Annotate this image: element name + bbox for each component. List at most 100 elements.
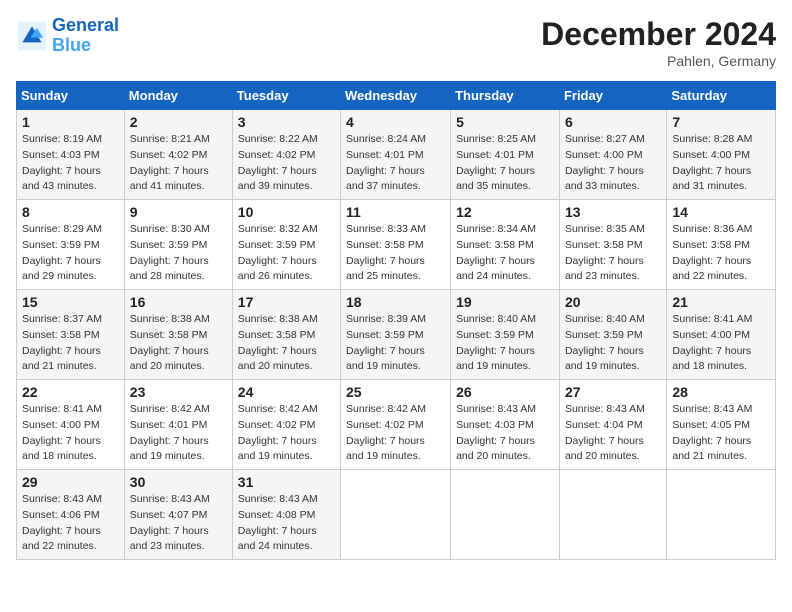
day-of-week-header: Sunday (17, 82, 125, 110)
location: Pahlen, Germany (541, 53, 776, 69)
day-number: 5 (456, 114, 554, 130)
calendar-cell: 23 Sunrise: 8:42 AMSunset: 4:01 PMDaylig… (124, 380, 232, 470)
day-info: Sunrise: 8:40 AMSunset: 3:59 PMDaylight:… (456, 313, 536, 372)
page-header: General Blue December 2024 Pahlen, Germa… (16, 16, 776, 69)
logo: General Blue (16, 16, 119, 56)
logo-text: General Blue (52, 16, 119, 56)
day-of-week-header: Wednesday (341, 82, 451, 110)
calendar-cell: 12 Sunrise: 8:34 AMSunset: 3:58 PMDaylig… (451, 200, 560, 290)
day-number: 3 (238, 114, 335, 130)
day-number: 14 (672, 204, 770, 220)
day-of-week-header: Friday (559, 82, 666, 110)
logo-line2: Blue (52, 35, 91, 55)
calendar-cell: 17 Sunrise: 8:38 AMSunset: 3:58 PMDaylig… (232, 290, 340, 380)
calendar-cell: 15 Sunrise: 8:37 AMSunset: 3:58 PMDaylig… (17, 290, 125, 380)
day-info: Sunrise: 8:43 AMSunset: 4:05 PMDaylight:… (672, 403, 752, 462)
calendar-week-row: 29 Sunrise: 8:43 AMSunset: 4:06 PMDaylig… (17, 470, 776, 560)
calendar-cell: 21 Sunrise: 8:41 AMSunset: 4:00 PMDaylig… (667, 290, 776, 380)
calendar-cell: 18 Sunrise: 8:39 AMSunset: 3:59 PMDaylig… (341, 290, 451, 380)
day-info: Sunrise: 8:42 AMSunset: 4:02 PMDaylight:… (346, 403, 426, 462)
calendar-header-row: SundayMondayTuesdayWednesdayThursdayFrid… (17, 82, 776, 110)
calendar-body: 1 Sunrise: 8:19 AMSunset: 4:03 PMDayligh… (17, 110, 776, 560)
calendar-cell: 7 Sunrise: 8:28 AMSunset: 4:00 PMDayligh… (667, 110, 776, 200)
day-info: Sunrise: 8:33 AMSunset: 3:58 PMDaylight:… (346, 223, 426, 282)
calendar-week-row: 8 Sunrise: 8:29 AMSunset: 3:59 PMDayligh… (17, 200, 776, 290)
day-number: 8 (22, 204, 119, 220)
day-number: 29 (22, 474, 119, 490)
calendar-table: SundayMondayTuesdayWednesdayThursdayFrid… (16, 81, 776, 560)
calendar-cell: 20 Sunrise: 8:40 AMSunset: 3:59 PMDaylig… (559, 290, 666, 380)
day-info: Sunrise: 8:35 AMSunset: 3:58 PMDaylight:… (565, 223, 645, 282)
calendar-cell: 19 Sunrise: 8:40 AMSunset: 3:59 PMDaylig… (451, 290, 560, 380)
calendar-cell: 22 Sunrise: 8:41 AMSunset: 4:00 PMDaylig… (17, 380, 125, 470)
day-number: 15 (22, 294, 119, 310)
day-info: Sunrise: 8:43 AMSunset: 4:07 PMDaylight:… (130, 493, 210, 552)
day-number: 13 (565, 204, 661, 220)
day-info: Sunrise: 8:32 AMSunset: 3:59 PMDaylight:… (238, 223, 318, 282)
day-info: Sunrise: 8:43 AMSunset: 4:03 PMDaylight:… (456, 403, 536, 462)
calendar-week-row: 22 Sunrise: 8:41 AMSunset: 4:00 PMDaylig… (17, 380, 776, 470)
calendar-cell: 1 Sunrise: 8:19 AMSunset: 4:03 PMDayligh… (17, 110, 125, 200)
day-info: Sunrise: 8:38 AMSunset: 3:58 PMDaylight:… (238, 313, 318, 372)
day-number: 6 (565, 114, 661, 130)
day-number: 25 (346, 384, 445, 400)
day-info: Sunrise: 8:42 AMSunset: 4:01 PMDaylight:… (130, 403, 210, 462)
day-number: 27 (565, 384, 661, 400)
logo-icon (16, 20, 48, 52)
month-title: December 2024 (541, 16, 776, 53)
day-info: Sunrise: 8:30 AMSunset: 3:59 PMDaylight:… (130, 223, 210, 282)
calendar-cell: 28 Sunrise: 8:43 AMSunset: 4:05 PMDaylig… (667, 380, 776, 470)
calendar-cell: 8 Sunrise: 8:29 AMSunset: 3:59 PMDayligh… (17, 200, 125, 290)
day-number: 1 (22, 114, 119, 130)
day-info: Sunrise: 8:36 AMSunset: 3:58 PMDaylight:… (672, 223, 752, 282)
day-of-week-header: Thursday (451, 82, 560, 110)
day-info: Sunrise: 8:40 AMSunset: 3:59 PMDaylight:… (565, 313, 645, 372)
day-info: Sunrise: 8:38 AMSunset: 3:58 PMDaylight:… (130, 313, 210, 372)
day-number: 31 (238, 474, 335, 490)
calendar-cell: 9 Sunrise: 8:30 AMSunset: 3:59 PMDayligh… (124, 200, 232, 290)
calendar-cell: 6 Sunrise: 8:27 AMSunset: 4:00 PMDayligh… (559, 110, 666, 200)
calendar-cell: 11 Sunrise: 8:33 AMSunset: 3:58 PMDaylig… (341, 200, 451, 290)
day-number: 21 (672, 294, 770, 310)
day-number: 28 (672, 384, 770, 400)
day-info: Sunrise: 8:42 AMSunset: 4:02 PMDaylight:… (238, 403, 318, 462)
day-info: Sunrise: 8:34 AMSunset: 3:58 PMDaylight:… (456, 223, 536, 282)
day-number: 10 (238, 204, 335, 220)
calendar-cell: 13 Sunrise: 8:35 AMSunset: 3:58 PMDaylig… (559, 200, 666, 290)
calendar-cell: 25 Sunrise: 8:42 AMSunset: 4:02 PMDaylig… (341, 380, 451, 470)
calendar-cell: 24 Sunrise: 8:42 AMSunset: 4:02 PMDaylig… (232, 380, 340, 470)
day-info: Sunrise: 8:41 AMSunset: 4:00 PMDaylight:… (22, 403, 102, 462)
title-block: December 2024 Pahlen, Germany (541, 16, 776, 69)
calendar-cell: 31 Sunrise: 8:43 AMSunset: 4:08 PMDaylig… (232, 470, 340, 560)
day-of-week-header: Tuesday (232, 82, 340, 110)
day-info: Sunrise: 8:24 AMSunset: 4:01 PMDaylight:… (346, 133, 426, 192)
calendar-cell (667, 470, 776, 560)
day-of-week-header: Monday (124, 82, 232, 110)
day-number: 24 (238, 384, 335, 400)
day-number: 23 (130, 384, 227, 400)
calendar-cell (341, 470, 451, 560)
calendar-cell: 2 Sunrise: 8:21 AMSunset: 4:02 PMDayligh… (124, 110, 232, 200)
day-info: Sunrise: 8:22 AMSunset: 4:02 PMDaylight:… (238, 133, 318, 192)
calendar-week-row: 1 Sunrise: 8:19 AMSunset: 4:03 PMDayligh… (17, 110, 776, 200)
day-number: 30 (130, 474, 227, 490)
calendar-cell: 29 Sunrise: 8:43 AMSunset: 4:06 PMDaylig… (17, 470, 125, 560)
day-number: 11 (346, 204, 445, 220)
calendar-cell: 14 Sunrise: 8:36 AMSunset: 3:58 PMDaylig… (667, 200, 776, 290)
calendar-cell: 30 Sunrise: 8:43 AMSunset: 4:07 PMDaylig… (124, 470, 232, 560)
day-info: Sunrise: 8:43 AMSunset: 4:06 PMDaylight:… (22, 493, 102, 552)
day-number: 9 (130, 204, 227, 220)
day-number: 2 (130, 114, 227, 130)
calendar-cell: 3 Sunrise: 8:22 AMSunset: 4:02 PMDayligh… (232, 110, 340, 200)
day-info: Sunrise: 8:25 AMSunset: 4:01 PMDaylight:… (456, 133, 536, 192)
day-info: Sunrise: 8:29 AMSunset: 3:59 PMDaylight:… (22, 223, 102, 282)
calendar-cell: 16 Sunrise: 8:38 AMSunset: 3:58 PMDaylig… (124, 290, 232, 380)
day-info: Sunrise: 8:19 AMSunset: 4:03 PMDaylight:… (22, 133, 102, 192)
day-info: Sunrise: 8:37 AMSunset: 3:58 PMDaylight:… (22, 313, 102, 372)
day-number: 22 (22, 384, 119, 400)
day-number: 17 (238, 294, 335, 310)
day-info: Sunrise: 8:28 AMSunset: 4:00 PMDaylight:… (672, 133, 752, 192)
day-number: 26 (456, 384, 554, 400)
calendar-cell: 26 Sunrise: 8:43 AMSunset: 4:03 PMDaylig… (451, 380, 560, 470)
day-info: Sunrise: 8:39 AMSunset: 3:59 PMDaylight:… (346, 313, 426, 372)
